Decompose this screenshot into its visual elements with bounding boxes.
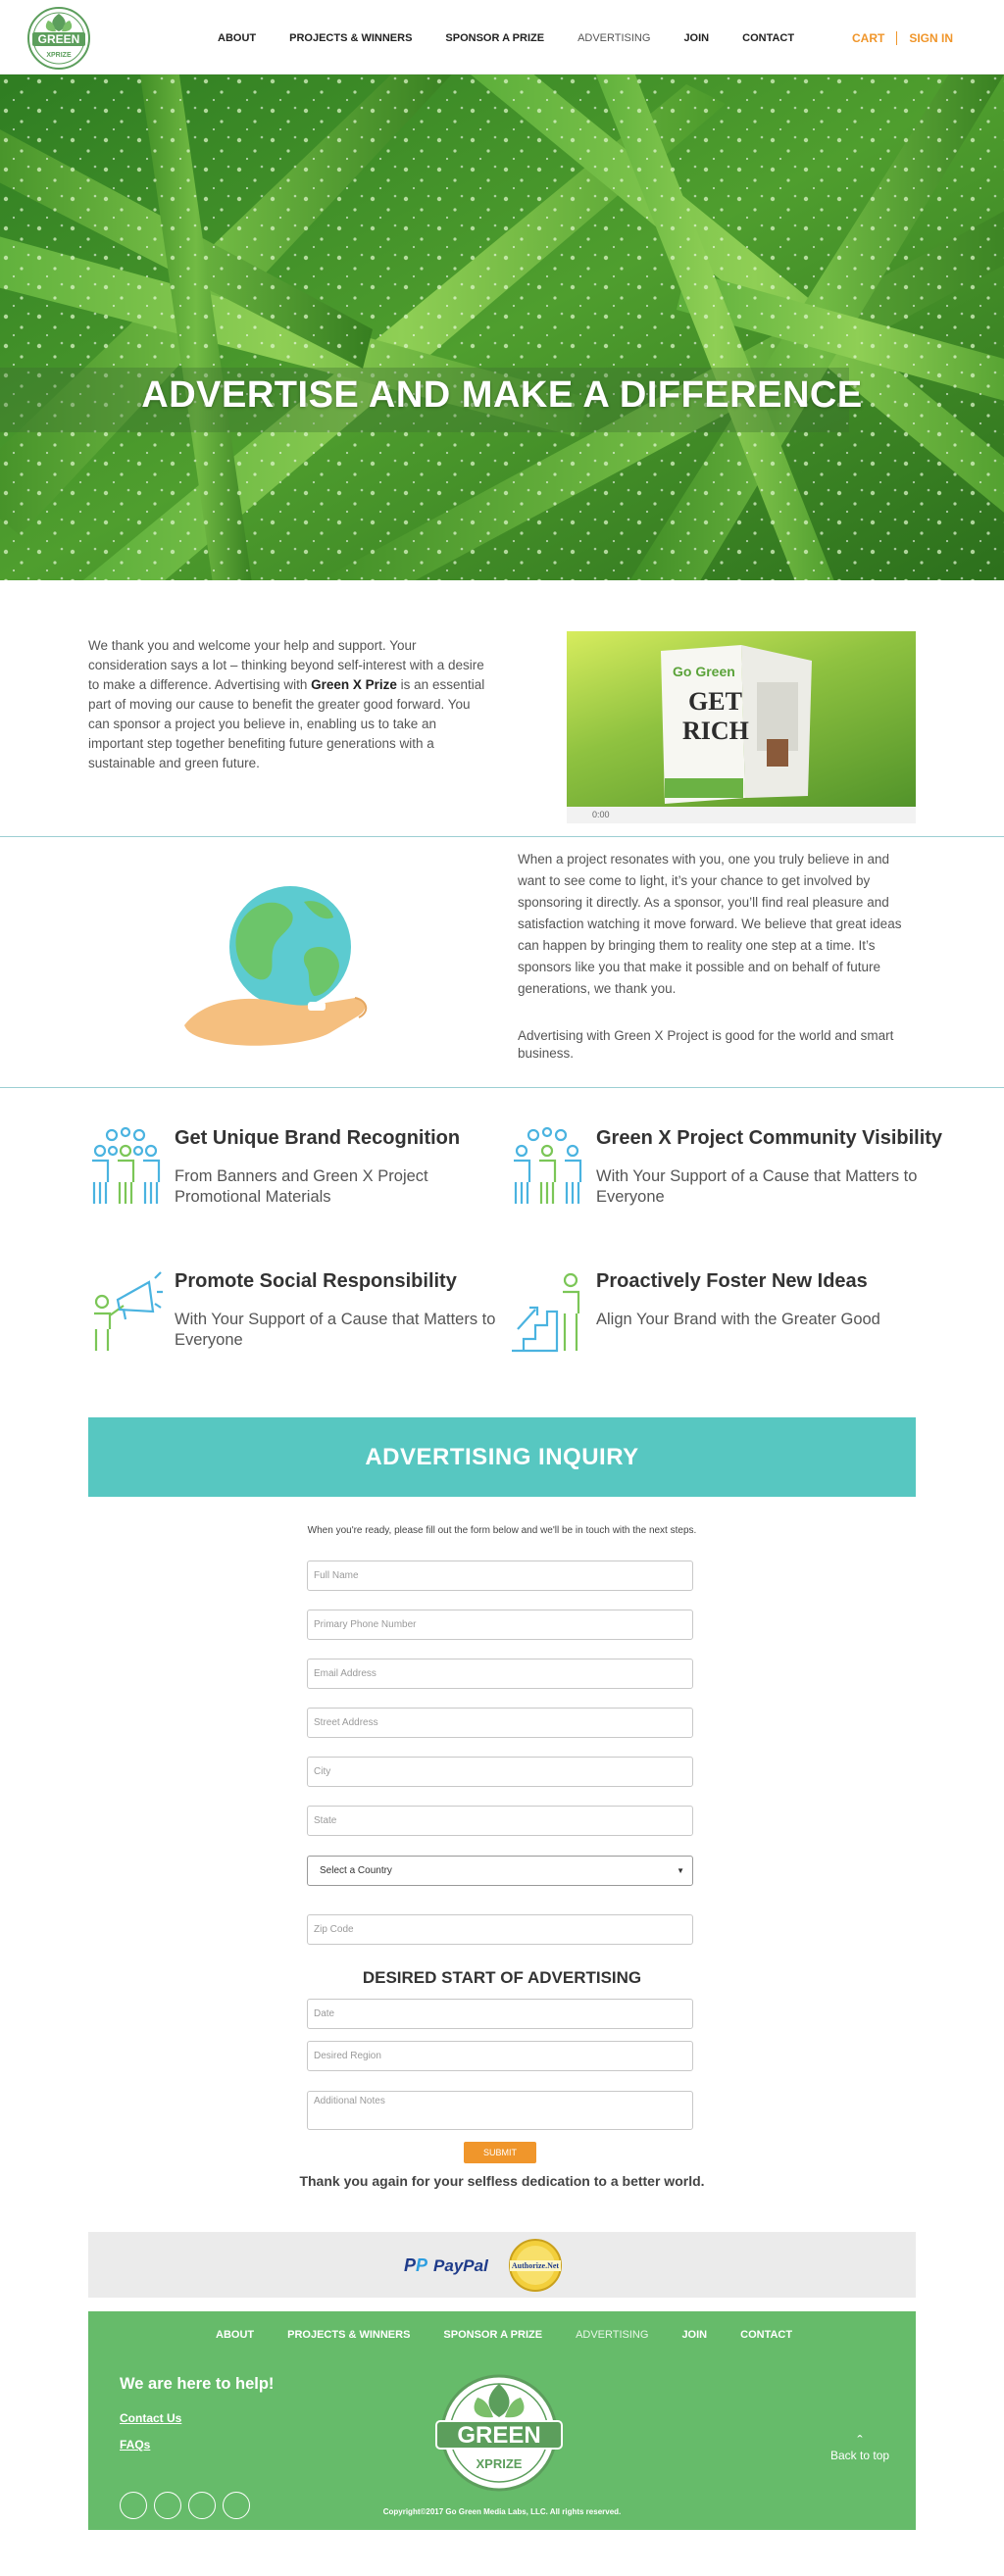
email-input[interactable]: Email Address bbox=[307, 1659, 693, 1689]
book-title-2: GET bbox=[688, 687, 742, 716]
feature-brand-recognition: Get Unique Brand Recognition From Banner… bbox=[88, 1127, 500, 1225]
footer-nav-advertising[interactable]: ADVERTISING bbox=[576, 2329, 648, 2341]
footer-logo-text: GREEN bbox=[457, 2422, 540, 2449]
video-player[interactable]: Go Green GET RICH 0:00 bbox=[567, 631, 916, 823]
hero-banner: ADVERTISE AND MAKE A DIFFERENCE bbox=[0, 74, 1004, 580]
nav-item-projects[interactable]: PROJECTS & WINNERS bbox=[289, 32, 412, 44]
copyright-text: Copyright©2017 Go Green Media Labs, LLC.… bbox=[382, 2507, 622, 2516]
intro-text: We thank you and welcome your help and s… bbox=[88, 636, 490, 773]
nav-item-join[interactable]: JOIN bbox=[683, 32, 709, 44]
feature-community-visibility: Green X Project Community Visibility Wit… bbox=[510, 1127, 942, 1225]
hand-holding-earth-icon bbox=[184, 886, 368, 1046]
feature-title: Promote Social Responsibility bbox=[175, 1270, 457, 1292]
feature-title: Green X Project Community Visibility bbox=[596, 1127, 943, 1149]
feature-social-responsibility: Promote Social Responsibility With Your … bbox=[88, 1270, 500, 1368]
people-group-icon bbox=[92, 1127, 161, 1204]
back-to-top-button[interactable]: ˆ Back to top bbox=[830, 2434, 890, 2463]
nav-item-advertising[interactable]: ADVERTISING bbox=[577, 32, 650, 44]
footer-nav-projects[interactable]: PROJECTS & WINNERS bbox=[287, 2329, 410, 2341]
site-footer: ABOUT PROJECTS & WINNERS SPONSOR A PRIZE… bbox=[88, 2311, 916, 2530]
earth-paragraph-2: Advertising with Green X Project is good… bbox=[518, 1028, 894, 1061]
divider bbox=[896, 31, 898, 45]
growth-steps-icon bbox=[512, 1272, 580, 1353]
site-header: GREEN XPRIZE ABOUT PROJECTS & WINNERS SP… bbox=[0, 0, 1004, 74]
feature-title: Get Unique Brand Recognition bbox=[175, 1127, 461, 1149]
people-group-icon bbox=[514, 1127, 582, 1204]
nav-item-about[interactable]: ABOUT bbox=[218, 32, 256, 44]
hero-title: ADVERTISE AND MAKE A DIFFERENCE bbox=[141, 374, 863, 416]
footer-nav: ABOUT PROJECTS & WINNERS SPONSOR A PRIZE… bbox=[216, 2329, 826, 2341]
footer-nav-sponsor[interactable]: SPONSOR A PRIZE bbox=[443, 2329, 542, 2341]
additional-notes-textarea[interactable]: Additional Notes bbox=[307, 2091, 693, 2130]
chevron-down-icon: ▼ bbox=[677, 1866, 684, 1875]
features-section: Get Unique Brand Recognition From Banner… bbox=[0, 1088, 1004, 1423]
feature-desc: Align Your Brand with the Greater Good bbox=[596, 1311, 880, 1328]
feature-foster-ideas: Proactively Foster New Ideas Align Your … bbox=[510, 1270, 922, 1368]
main-nav: ABOUT PROJECTS & WINNERS SPONSOR A PRIZE… bbox=[218, 32, 828, 44]
inquiry-note: When you're ready, please fill out the f… bbox=[307, 1525, 697, 1536]
feature-title: Proactively Foster New Ideas bbox=[596, 1270, 868, 1292]
payment-logos-bar: PP PayPal Authorize.Net bbox=[88, 2232, 916, 2298]
nav-item-sponsor[interactable]: SPONSOR A PRIZE bbox=[445, 32, 544, 44]
book-cover-image: Go Green GET RICH bbox=[661, 645, 812, 804]
submit-button[interactable]: SUBMIT bbox=[464, 2142, 536, 2163]
feature-desc: With Your Support of a Cause that Matter… bbox=[175, 1311, 496, 1349]
paypal-icon: PP bbox=[404, 2255, 428, 2275]
contact-us-link[interactable]: Contact Us bbox=[120, 2411, 181, 2425]
footer-logo-subtext: XPRIZE bbox=[477, 2456, 523, 2471]
cart-link[interactable]: CART bbox=[852, 31, 884, 45]
logo-subtext: XPRIZE bbox=[46, 52, 72, 59]
megaphone-icon bbox=[94, 1271, 163, 1351]
paypal-text: PayPal bbox=[433, 2255, 488, 2275]
help-heading: We are here to help! bbox=[120, 2375, 275, 2393]
feature-desc: With Your Support of a Cause that Matter… bbox=[596, 1167, 918, 1206]
faqs-link[interactable]: FAQs bbox=[120, 2438, 150, 2452]
logo-text: GREEN bbox=[38, 32, 80, 46]
city-input[interactable]: City bbox=[307, 1757, 693, 1787]
chevron-up-icon: ˆ bbox=[857, 2434, 863, 2451]
phone-input[interactable]: Primary Phone Number bbox=[307, 1610, 693, 1640]
nav-item-contact[interactable]: CONTACT bbox=[742, 32, 794, 44]
footer-nav-contact[interactable]: CONTACT bbox=[740, 2329, 792, 2341]
paypal-logo: PP PayPal bbox=[404, 2255, 488, 2276]
earth-section: When a project resonates with you, one y… bbox=[0, 837, 1004, 1088]
desired-region-input[interactable]: Desired Region bbox=[307, 2041, 693, 2071]
authorize-net-seal: Authorize.Net bbox=[509, 2239, 562, 2292]
grass-background-image bbox=[0, 74, 1004, 580]
thank-you-text: Thank you again for your selfless dedica… bbox=[299, 2173, 705, 2189]
back-to-top-label: Back to top bbox=[830, 2449, 890, 2462]
zip-code-input[interactable]: Zip Code bbox=[307, 1914, 693, 1945]
book-title-1: Go Green bbox=[673, 664, 735, 679]
intro-brand-name: Green X Prize bbox=[311, 677, 397, 692]
sign-in-link[interactable]: SIGN IN bbox=[909, 31, 953, 45]
intro-section: We thank you and welcome your help and s… bbox=[0, 580, 1004, 837]
video-time: 0:00 bbox=[567, 807, 916, 823]
footer-nav-about[interactable]: ABOUT bbox=[216, 2329, 254, 2341]
footer-green-xprize-logo: GREEN XPRIZE bbox=[435, 2374, 563, 2492]
book-title-3: RICH bbox=[682, 717, 749, 745]
feature-desc: From Banners and Green X Project Promoti… bbox=[175, 1167, 428, 1206]
account-links: CART SIGN IN bbox=[852, 31, 953, 45]
full-name-input[interactable]: Full Name bbox=[307, 1560, 693, 1591]
footer-nav-join[interactable]: JOIN bbox=[681, 2329, 707, 2341]
date-input[interactable]: Date bbox=[307, 1999, 693, 2029]
country-select[interactable]: Select a Country ▼ bbox=[307, 1856, 693, 1886]
desired-start-title: DESIRED START OF ADVERTISING bbox=[362, 1968, 642, 1987]
country-select-value: Select a Country bbox=[320, 1865, 392, 1876]
street-address-input[interactable]: Street Address bbox=[307, 1708, 693, 1738]
earth-paragraph-1: When a project resonates with you, one y… bbox=[518, 852, 902, 996]
authnet-text: Authorize.Net bbox=[512, 2261, 560, 2270]
state-input[interactable]: State bbox=[307, 1806, 693, 1836]
inquiry-title: ADVERTISING INQUIRY bbox=[88, 1417, 916, 1497]
green-xprize-logo[interactable]: GREEN XPRIZE bbox=[26, 6, 91, 71]
